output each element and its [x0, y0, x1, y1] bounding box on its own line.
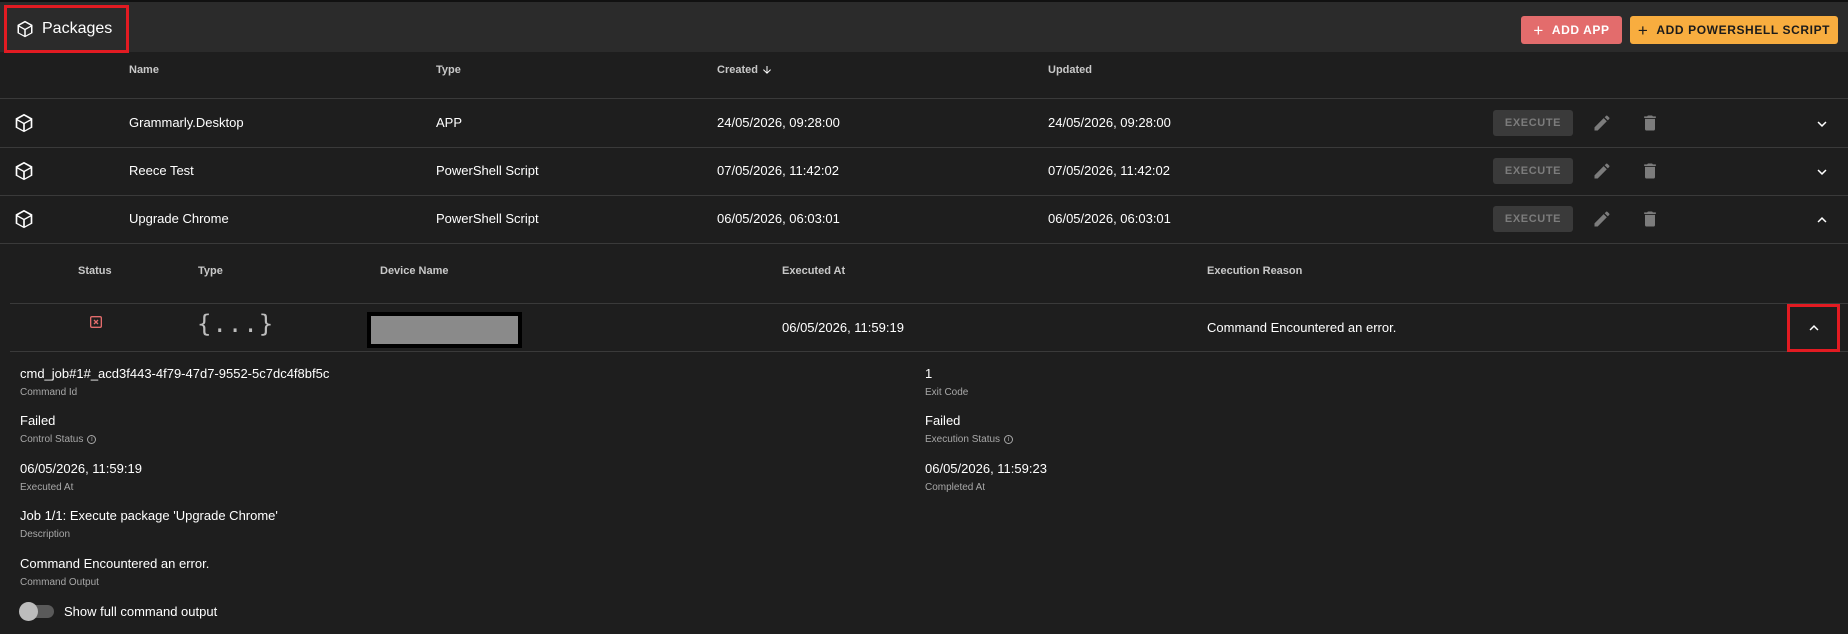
exit-code-value: 1	[925, 366, 933, 381]
detail-executed-at: 06/05/2026, 11:59:19 Executed At	[20, 461, 142, 493]
execute-button[interactable]: EXECUTE	[1493, 158, 1573, 184]
package-type: PowerShell Script	[436, 163, 539, 178]
info-icon[interactable]: i	[87, 435, 97, 444]
package-updated: 24/05/2026, 09:28:00	[1048, 115, 1171, 130]
detail-exit-code: 1 Exit Code	[925, 366, 968, 398]
detail-completed-at: 06/05/2026, 11:59:23 Completed At	[925, 461, 1047, 493]
column-header-type[interactable]: Type	[436, 64, 461, 76]
command-id-label: Command Id	[20, 387, 78, 398]
package-created: 24/05/2026, 09:28:00	[717, 115, 840, 130]
column-header-updated[interactable]: Updated	[1048, 64, 1092, 76]
execution-executed-at: 06/05/2026, 11:59:19	[782, 320, 904, 335]
sort-arrow-down-icon	[763, 66, 771, 74]
column-header-created-label: Created	[717, 64, 758, 76]
package-name: Grammarly.Desktop	[129, 115, 244, 130]
top-bar: Packages + ADD APP + ADD POWERSHELL SCRI…	[0, 0, 1848, 53]
script-type-icon: {...}	[197, 310, 275, 338]
package-icon	[15, 161, 33, 181]
column-header-exec-type: Type	[198, 265, 223, 277]
toggle-label: Show full command output	[64, 604, 218, 619]
package-row[interactable]: Reece Test PowerShell Script 07/05/2026,…	[0, 148, 1848, 196]
toggle-switch[interactable]	[19, 602, 54, 621]
column-header-executed-at: Executed At	[782, 265, 846, 277]
execute-button[interactable]: EXECUTE	[1493, 206, 1573, 232]
detail-control-status: Failed Control Status i	[20, 413, 97, 445]
executed-at-value: 06/05/2026, 11:59:19	[20, 461, 142, 476]
package-icon	[15, 209, 33, 229]
package-created: 07/05/2026, 11:42:02	[717, 163, 839, 178]
error-status-icon	[90, 316, 102, 328]
package-icon	[15, 113, 33, 133]
column-header-name[interactable]: Name	[129, 64, 159, 76]
execution-status-value: Failed	[925, 413, 961, 428]
delete-trash-icon[interactable]	[1640, 209, 1660, 229]
plus-icon: +	[1533, 20, 1544, 40]
package-updated: 07/05/2026, 11:42:02	[1048, 163, 1170, 178]
add-powershell-script-button[interactable]: + ADD POWERSHELL SCRIPT	[1630, 16, 1838, 44]
execution-status-label-row: Execution Status i	[925, 434, 1014, 445]
package-name: Upgrade Chrome	[129, 211, 229, 226]
package-row[interactable]: Grammarly.Desktop APP 24/05/2026, 09:28:…	[0, 100, 1848, 148]
device-name-redacted	[367, 312, 522, 348]
exit-code-label: Exit Code	[925, 387, 969, 398]
package-created: 06/05/2026, 06:03:01	[717, 211, 840, 226]
command-id-value: cmd_job#1#_acd3f443-4f79-47d7-9552-5c7dc…	[20, 366, 330, 381]
package-row[interactable]: Upgrade Chrome PowerShell Script 06/05/2…	[0, 196, 1848, 244]
command-output-value: Command Encountered an error.	[20, 556, 210, 571]
column-header-device-name: Device Name	[380, 265, 449, 277]
add-app-button[interactable]: + ADD APP	[1521, 16, 1622, 44]
control-status-label: Control Status	[20, 434, 84, 445]
plus-icon: +	[1637, 20, 1649, 40]
edit-pencil-icon[interactable]	[1592, 161, 1612, 181]
column-header-status: Status	[78, 265, 112, 277]
package-type: APP	[436, 115, 463, 130]
page-title-area: Packages	[4, 5, 129, 53]
description-value: Job 1/1: Execute package 'Upgrade Chrome…	[20, 508, 278, 523]
control-status-label-row: Control Status i	[20, 434, 97, 445]
completed-at-label: Completed At	[925, 482, 986, 493]
add-powershell-script-label: ADD POWERSHELL SCRIPT	[1656, 23, 1831, 37]
info-icon[interactable]: i	[1004, 435, 1014, 444]
command-output-label: Command Output	[20, 577, 99, 588]
add-app-label: ADD APP	[1551, 23, 1610, 37]
package-icon	[17, 20, 33, 38]
packages-table-header: Name Type Created Updated	[0, 54, 1848, 99]
executed-at-label: Executed At	[20, 482, 74, 493]
column-header-execution-reason: Execution Reason	[1207, 265, 1303, 277]
chevron-down-icon[interactable]	[1813, 163, 1831, 181]
detail-command-id: cmd_job#1#_acd3f443-4f79-47d7-9552-5c7dc…	[20, 366, 329, 398]
delete-trash-icon[interactable]	[1640, 113, 1660, 133]
column-header-created[interactable]: Created	[717, 64, 773, 76]
chevron-up-icon	[1809, 325, 1818, 331]
collapse-execution-button[interactable]	[1787, 304, 1840, 352]
control-status-value: Failed	[20, 413, 56, 428]
package-name: Reece Test	[129, 163, 194, 178]
description-label: Description	[20, 529, 71, 540]
page-title: Packages	[42, 20, 113, 37]
package-type: PowerShell Script	[436, 211, 539, 226]
completed-at-value: 06/05/2026, 11:59:23	[925, 461, 1047, 476]
detail-command-output: Command Encountered an error. Command Ou…	[20, 556, 209, 588]
edit-pencil-icon[interactable]	[1592, 113, 1612, 133]
show-full-output-toggle[interactable]: Show full command output	[19, 602, 218, 621]
chevron-down-icon[interactable]	[1813, 115, 1831, 133]
execution-reason: Command Encountered an error.	[1207, 320, 1397, 335]
execute-button[interactable]: EXECUTE	[1493, 110, 1573, 136]
package-updated: 06/05/2026, 06:03:01	[1048, 211, 1171, 226]
execution-row[interactable]: {...} 06/05/2026, 11:59:19 Command Encou…	[10, 304, 1848, 352]
edit-pencil-icon[interactable]	[1592, 209, 1612, 229]
executions-table-header: Status Type Device Name Executed At Exec…	[10, 244, 1848, 304]
execution-status-label: Execution Status	[925, 434, 1001, 445]
delete-trash-icon[interactable]	[1640, 161, 1660, 181]
chevron-up-icon[interactable]	[1813, 211, 1831, 229]
detail-description: Job 1/1: Execute package 'Upgrade Chrome…	[20, 508, 278, 540]
detail-execution-status: Failed Execution Status i	[925, 413, 1014, 445]
